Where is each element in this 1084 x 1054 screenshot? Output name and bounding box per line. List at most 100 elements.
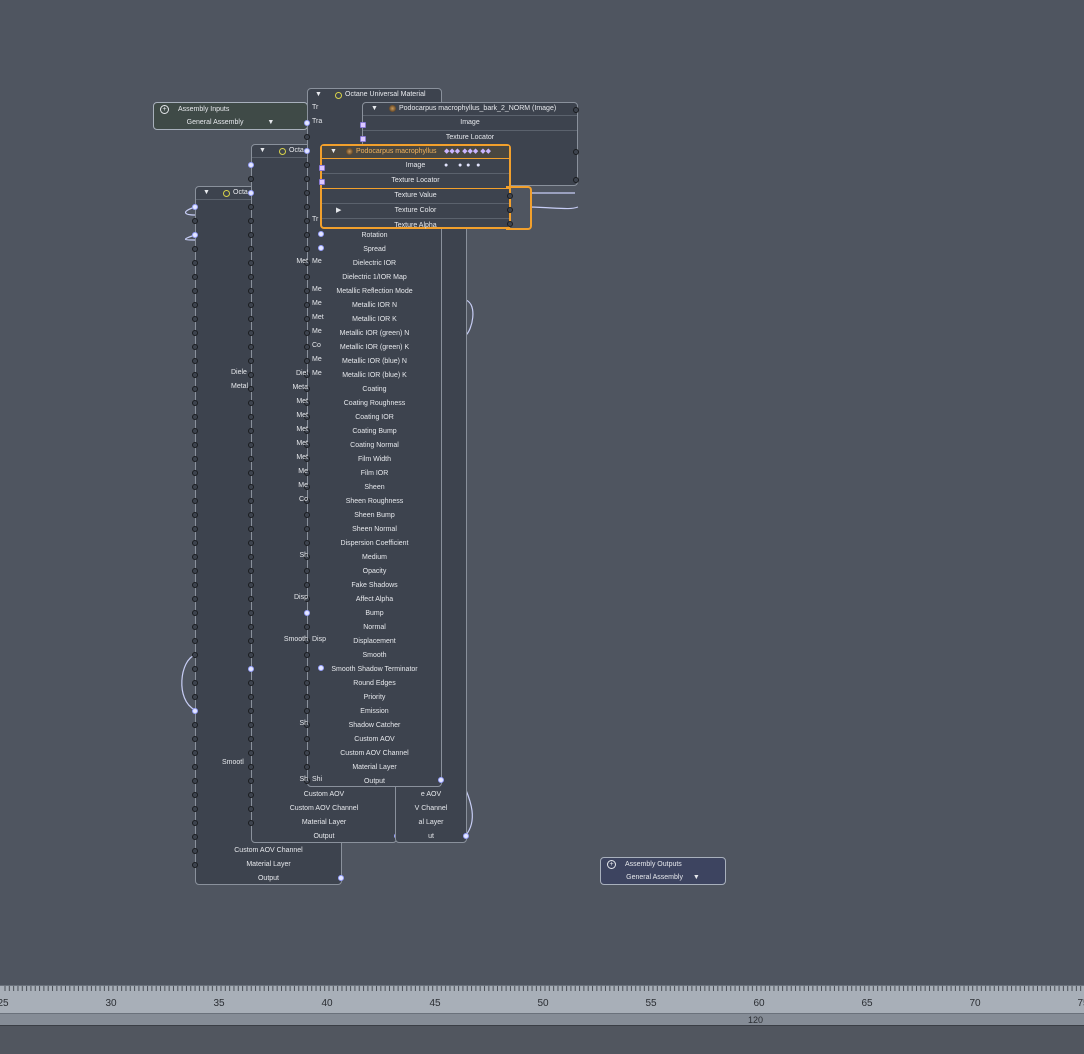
input-port[interactable] — [248, 246, 254, 252]
collapse-triangle-icon[interactable]: ▼ — [203, 187, 210, 199]
input-port[interactable] — [248, 666, 254, 672]
smooth-shadow-port[interactable] — [318, 665, 324, 671]
input-port[interactable] — [248, 344, 254, 350]
input-port[interactable] — [248, 820, 254, 826]
input-port[interactable] — [192, 792, 198, 798]
input-port[interactable] — [192, 694, 198, 700]
input-port[interactable] — [248, 316, 254, 322]
bark-output-port[interactable] — [573, 107, 579, 113]
input-port[interactable] — [192, 484, 198, 490]
output-port[interactable] — [438, 777, 444, 783]
input-port[interactable] — [248, 778, 254, 784]
input-port[interactable] — [248, 260, 254, 266]
input-port[interactable] — [192, 680, 198, 686]
input-port[interactable] — [248, 582, 254, 588]
input-port[interactable] — [192, 820, 198, 826]
input-port[interactable] — [192, 232, 198, 238]
input-port[interactable] — [192, 862, 198, 868]
input-port[interactable] — [248, 708, 254, 714]
input-port[interactable] — [248, 484, 254, 490]
input-port[interactable] — [192, 330, 198, 336]
input-port[interactable] — [248, 302, 254, 308]
input-port[interactable] — [192, 414, 198, 420]
input-port[interactable] — [192, 708, 198, 714]
plus-icon[interactable]: + — [160, 105, 169, 114]
input-port[interactable] — [248, 274, 254, 280]
input-port[interactable] — [192, 302, 198, 308]
input-port[interactable] — [192, 470, 198, 476]
input-port[interactable] — [192, 260, 198, 266]
timeline-ruler[interactable]: 25 30 35 40 45 50 55 60 65 70 75 — [0, 985, 1084, 1014]
input-port[interactable] — [248, 750, 254, 756]
input-port[interactable] — [192, 456, 198, 462]
input-port[interactable] — [248, 526, 254, 532]
collapse-triangle-icon[interactable]: ▼ — [371, 103, 378, 115]
input-port[interactable] — [248, 218, 254, 224]
input-port[interactable] — [192, 638, 198, 644]
input-port[interactable] — [248, 470, 254, 476]
input-port[interactable] — [192, 274, 198, 280]
input-port[interactable] — [248, 400, 254, 406]
input-port[interactable] — [192, 722, 198, 728]
input-port[interactable] — [192, 582, 198, 588]
input-port[interactable] — [248, 512, 254, 518]
input-port[interactable] — [248, 596, 254, 602]
input-port[interactable] — [192, 834, 198, 840]
input-port[interactable] — [192, 316, 198, 322]
selected-locator-input-port[interactable] — [319, 179, 325, 185]
bark-image-input-port[interactable] — [360, 122, 366, 128]
input-port[interactable] — [192, 218, 198, 224]
input-port[interactable] — [192, 442, 198, 448]
input-port[interactable] — [192, 778, 198, 784]
input-port[interactable] — [248, 288, 254, 294]
input-port[interactable] — [192, 498, 198, 504]
input-port[interactable] — [192, 526, 198, 532]
input-port[interactable] — [192, 512, 198, 518]
bark-port-texture-value[interactable] — [573, 149, 579, 155]
input-port[interactable] — [192, 806, 198, 812]
input-port[interactable] — [192, 596, 198, 602]
input-port[interactable] — [248, 736, 254, 742]
input-port[interactable] — [192, 358, 198, 364]
assembly-outputs-node[interactable]: + Assembly Outputs General Assembly ▼ — [600, 857, 726, 885]
input-port[interactable] — [192, 568, 198, 574]
input-port[interactable] — [248, 610, 254, 616]
expand-triangle-icon[interactable]: ▶ — [336, 204, 341, 218]
plus-icon[interactable]: + — [607, 860, 616, 869]
input-port[interactable] — [248, 162, 254, 168]
bark-port-texture-color[interactable] — [573, 177, 579, 183]
input-port[interactable] — [248, 190, 254, 196]
selected-node-title-bar[interactable]: ▼ Podocarpus macrophyllus ◆◆◆ ◆◆◆ ◆◆ — [322, 146, 509, 159]
input-port[interactable] — [248, 330, 254, 336]
input-port[interactable] — [192, 750, 198, 756]
input-port[interactable] — [192, 848, 198, 854]
input-port[interactable] — [248, 372, 254, 378]
input-port[interactable] — [248, 232, 254, 238]
input-port[interactable] — [248, 624, 254, 630]
input-port[interactable] — [248, 806, 254, 812]
input-port[interactable] — [192, 372, 198, 378]
input-port[interactable] — [248, 358, 254, 364]
input-port[interactable] — [248, 652, 254, 658]
input-port[interactable] — [248, 498, 254, 504]
input-port[interactable] — [192, 344, 198, 350]
material-input-port[interactable] — [318, 231, 324, 237]
collapse-triangle-icon[interactable]: ▼ — [330, 146, 337, 158]
input-port[interactable] — [192, 624, 198, 630]
input-port[interactable] — [248, 792, 254, 798]
input-port[interactable] — [248, 540, 254, 546]
selected-row-texture-color[interactable]: ▶ Texture Color — [322, 204, 509, 219]
input-port[interactable] — [248, 428, 254, 434]
input-port[interactable] — [248, 680, 254, 686]
material-input-port[interactable] — [318, 245, 324, 251]
input-port[interactable] — [248, 722, 254, 728]
input-port[interactable] — [192, 540, 198, 546]
bark-image-title-bar[interactable]: ▼ Podocarpus macrophyllus_bark_2_NORM (I… — [363, 103, 577, 116]
assembly-outputs-dropdown[interactable]: General Assembly ▼ — [601, 871, 725, 884]
input-port[interactable] — [192, 204, 198, 210]
input-port[interactable] — [248, 414, 254, 420]
selected-image-node[interactable]: ▼ Podocarpus macrophyllus ◆◆◆ ◆◆◆ ◆◆ Ima… — [319, 144, 513, 229]
input-port[interactable] — [192, 736, 198, 742]
input-port[interactable] — [192, 610, 198, 616]
bark-locator-input-port[interactable] — [360, 136, 366, 142]
